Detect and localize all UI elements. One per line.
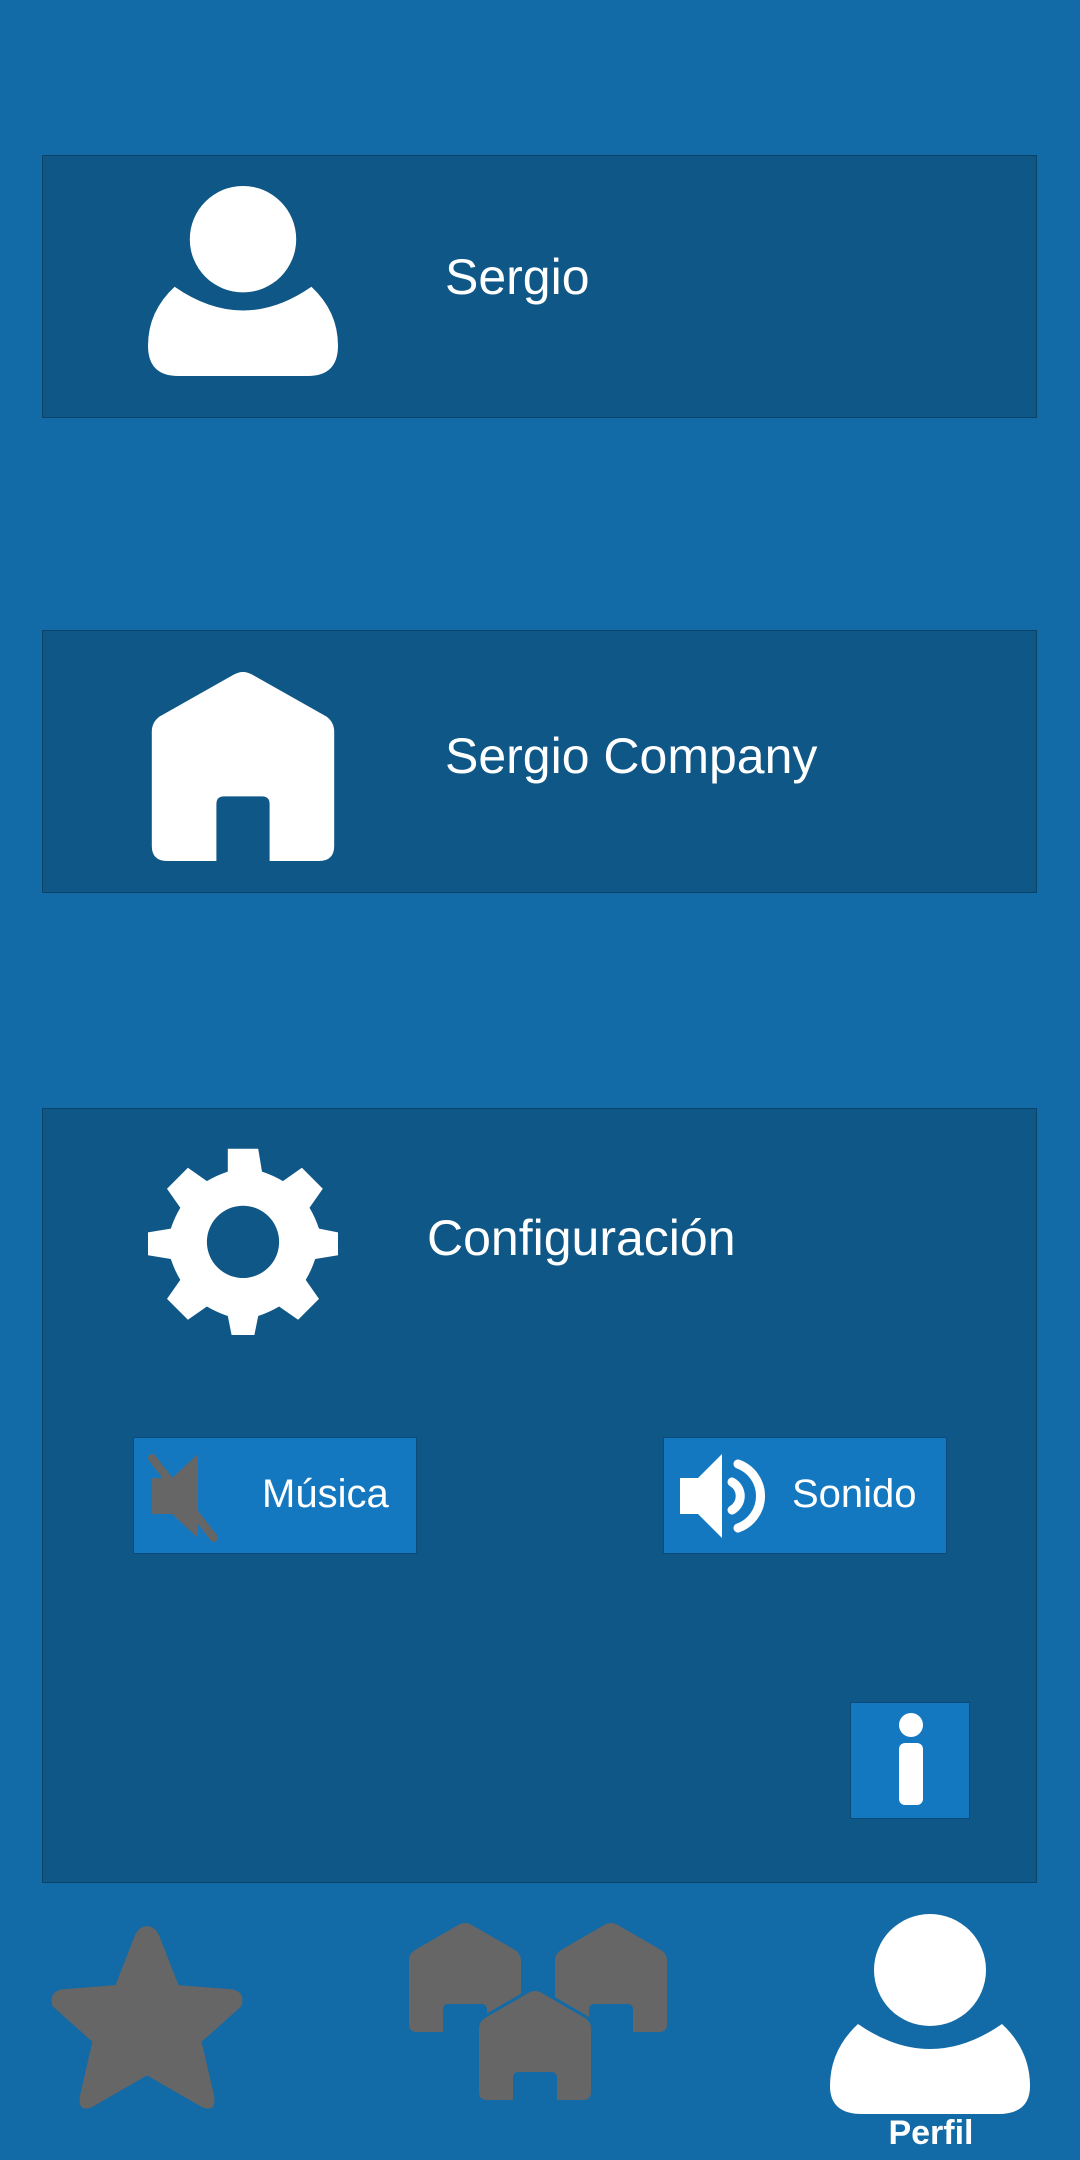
settings-card: Configuración Música Sonido (42, 1108, 1037, 1883)
user-icon (148, 186, 338, 376)
settings-title: Configuración (427, 1210, 736, 1266)
company-name: Sergio Company (445, 728, 818, 784)
user-name: Sergio (445, 249, 590, 305)
user-icon (830, 1914, 1030, 2114)
star-icon (51, 1926, 243, 2109)
info-icon (899, 1713, 923, 1805)
speaker-muted-icon (148, 1454, 218, 1542)
gear-icon (148, 1148, 338, 1335)
music-toggle-button[interactable]: Música (133, 1437, 417, 1554)
nav-profile[interactable]: Perfil (820, 1914, 1042, 2160)
company-card[interactable]: Sergio Company (42, 630, 1037, 893)
music-label: Música (262, 1472, 389, 1516)
info-button[interactable] (850, 1702, 970, 1819)
user-card[interactable]: Sergio (42, 155, 1037, 418)
nav-companies[interactable] (405, 1920, 675, 2150)
houses-icon (409, 1923, 667, 2150)
nav-favorites[interactable] (42, 1920, 252, 2130)
sound-toggle-button[interactable]: Sonido (663, 1437, 947, 1554)
sound-label: Sonido (792, 1472, 917, 1516)
nav-profile-label: Perfil (888, 2114, 974, 2152)
house-icon (151, 671, 335, 861)
bottom-nav: Perfil (0, 1900, 1080, 2160)
speaker-on-icon (680, 1454, 766, 1538)
profile-screen: Sergio Sergio Company Configuración Músi… (0, 0, 1080, 2160)
